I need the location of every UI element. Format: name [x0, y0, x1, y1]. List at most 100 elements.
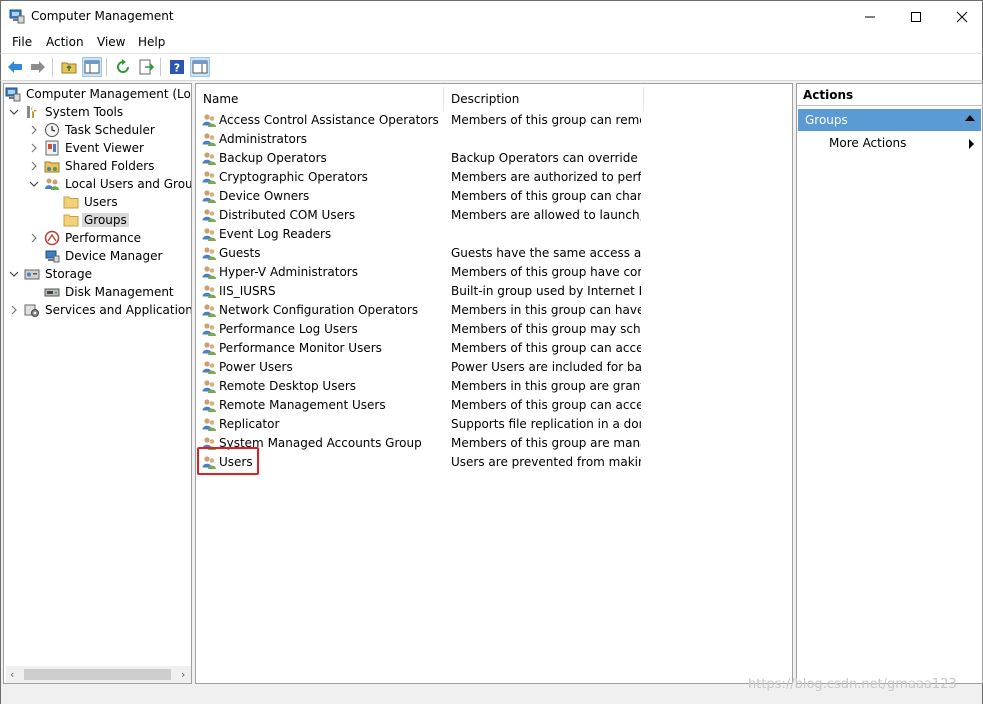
menu-view[interactable]: View	[97, 35, 125, 49]
expand-chevron-icon[interactable]	[28, 160, 40, 172]
group-name: Administrators	[219, 132, 308, 146]
group-description: Members of this group can acces...	[451, 398, 641, 412]
tree-item-task-scheduler[interactable]: Task Scheduler	[28, 121, 157, 139]
menu-action[interactable]: Action	[46, 35, 84, 49]
forward-arrow-icon[interactable]	[28, 57, 48, 77]
folder-icon	[63, 194, 79, 210]
group-description: Power Users are included for back...	[451, 360, 641, 374]
device-manager-icon	[44, 248, 60, 264]
group-list-row[interactable]: Performance Monitor Users Members of this…	[200, 339, 790, 358]
maximize-button[interactable]	[893, 1, 939, 32]
group-list-row[interactable]: Device Owners Members of this group can c…	[200, 187, 790, 206]
group-description: Guests have the same access as m...	[451, 246, 641, 260]
expand-chevron-icon[interactable]	[28, 142, 40, 154]
collapse-chevron-icon[interactable]	[8, 268, 20, 280]
user-group-icon	[201, 378, 217, 394]
group-list-row[interactable]: IIS_IUSRS Built-in group used by Internet…	[200, 282, 790, 301]
storage-icon	[24, 266, 40, 282]
user-group-icon	[201, 188, 217, 204]
tree-item-disk-management[interactable]: Disk Management	[44, 283, 176, 301]
group-list-row[interactable]: Network Configuration Operators Members i…	[200, 301, 790, 320]
user-group-icon	[201, 283, 217, 299]
groups-list: Name Description Access Control Assistan…	[195, 83, 793, 684]
actions-group-label: Groups	[805, 113, 848, 127]
event-viewer-icon	[44, 140, 60, 156]
collapse-up-arrow-icon[interactable]	[965, 115, 975, 121]
collapse-chevron-icon[interactable]	[28, 178, 40, 190]
group-list-row[interactable]: Access Control Assistance Operators Membe…	[200, 111, 790, 130]
services-icon	[24, 302, 40, 318]
menu-bar: File Action View Help	[0, 31, 983, 53]
tree-item-performance[interactable]: Performance	[28, 229, 143, 247]
up-folder-icon[interactable]	[59, 57, 79, 77]
minimize-button[interactable]	[847, 1, 893, 32]
console-tree: Computer Management (Local System Tools …	[3, 83, 192, 684]
actions-group-groups[interactable]: Groups	[798, 109, 981, 131]
user-group-icon	[201, 321, 217, 337]
submenu-right-arrow-icon	[969, 139, 974, 149]
scroll-left-arrow-icon[interactable]: ‹	[10, 668, 14, 681]
users-groups-icon	[44, 176, 60, 192]
group-name: Performance Log Users	[219, 322, 358, 336]
window-title: Computer Management	[31, 9, 174, 23]
scroll-right-arrow-icon[interactable]: ›	[181, 668, 185, 681]
tree-item-computer-management[interactable]: Computer Management (Local	[5, 85, 191, 103]
expand-chevron-icon[interactable]	[28, 232, 40, 244]
group-name: Power Users	[219, 360, 293, 374]
back-arrow-icon[interactable]	[5, 57, 25, 77]
group-list-row[interactable]: Administrators	[200, 130, 790, 149]
group-list-row[interactable]: Guests Guests have the same access as m..…	[200, 244, 790, 263]
group-list-row[interactable]: Backup Operators Backup Operators can ove…	[200, 149, 790, 168]
expand-chevron-icon[interactable]	[8, 304, 20, 316]
group-list-row[interactable]: UsersUsers are prevented from making ...	[200, 453, 790, 472]
tree-item-services-and-applications[interactable]: Services and Applications	[8, 301, 191, 319]
user-group-icon	[201, 359, 217, 375]
group-name: Distributed COM Users	[219, 208, 356, 222]
group-name: Cryptographic Operators	[219, 170, 368, 184]
watermark: https://blog.csdn.net/gmaaa123	[748, 677, 957, 692]
help-icon[interactable]: ?	[167, 57, 187, 77]
column-header-name[interactable]: Name	[196, 87, 444, 111]
refresh-icon[interactable]	[113, 57, 133, 77]
group-list-row[interactable]: Event Log Readers	[200, 225, 790, 244]
show-hide-action-pane-icon[interactable]	[190, 57, 210, 77]
group-list-row[interactable]: Power Users Power Users are included for …	[200, 358, 790, 377]
tree-item-event-viewer[interactable]: Event Viewer	[28, 139, 146, 157]
group-name: Hyper-V Administrators	[219, 265, 358, 279]
tree-item-users[interactable]: Users	[63, 193, 120, 211]
group-list-row[interactable]: System Managed Accounts Group Members of …	[200, 434, 790, 453]
close-button[interactable]	[939, 1, 983, 32]
shared-folder-icon	[44, 158, 60, 174]
tree-item-device-manager[interactable]: Device Manager	[44, 247, 164, 265]
group-list-row[interactable]: Remote Desktop Users Members in this grou…	[200, 377, 790, 396]
tree-horizontal-scrollbar[interactable]: ‹ ›	[6, 666, 191, 683]
user-group-icon	[201, 112, 217, 128]
tree-item-storage[interactable]: Storage	[8, 265, 94, 283]
group-list-row[interactable]: Replicator Supports file replication in a…	[200, 415, 790, 434]
highlight-annotation-box	[197, 447, 259, 475]
column-header-description[interactable]: Description	[444, 87, 644, 111]
show-hide-tree-icon[interactable]	[82, 57, 102, 77]
group-list-row[interactable]: Hyper-V Administrators Members of this gr…	[200, 263, 790, 282]
performance-icon	[44, 230, 60, 246]
group-description: Members of this group may sche...	[451, 322, 641, 336]
group-name: Remote Management Users	[219, 398, 386, 412]
clock-icon	[44, 122, 60, 138]
user-group-icon	[201, 416, 217, 432]
tree-item-system-tools[interactable]: System Tools	[8, 103, 125, 121]
export-list-icon[interactable]	[136, 57, 156, 77]
group-list-row[interactable]: Performance Log Users Members of this gro…	[200, 320, 790, 339]
tree-item-local-users-and-groups[interactable]: Local Users and Groups	[28, 175, 191, 193]
menu-help[interactable]: Help	[138, 35, 165, 49]
group-list-row[interactable]: Distributed COM Users Members are allowed…	[200, 206, 790, 225]
group-list-row[interactable]: Remote Management Users Members of this g…	[200, 396, 790, 415]
group-list-row[interactable]: Cryptographic Operators Members are autho…	[200, 168, 790, 187]
menu-file[interactable]: File	[12, 35, 32, 49]
tree-item-shared-folders[interactable]: Shared Folders	[28, 157, 156, 175]
tree-item-groups[interactable]: Groups	[63, 211, 129, 229]
collapse-chevron-icon[interactable]	[8, 106, 20, 118]
more-actions-item[interactable]: More Actions	[829, 136, 906, 150]
scrollbar-thumb[interactable]	[24, 669, 171, 680]
expand-chevron-icon[interactable]	[28, 124, 40, 136]
group-name: Performance Monitor Users	[219, 341, 382, 355]
